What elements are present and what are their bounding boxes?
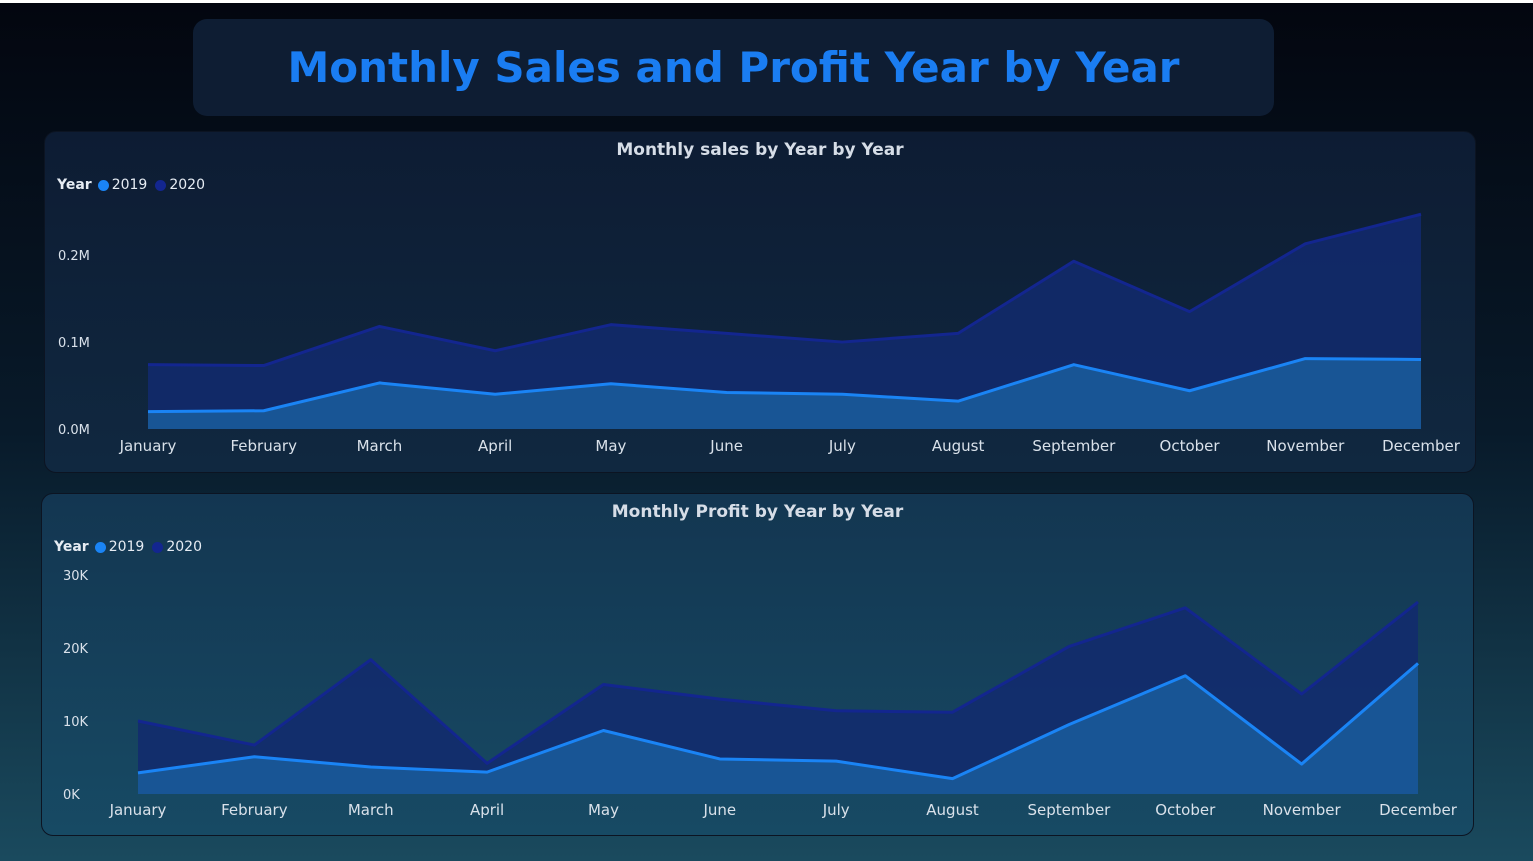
x-tick-label: December	[1379, 801, 1458, 819]
x-tick-label: July	[822, 801, 850, 819]
y-tick-label: 0.2M	[58, 249, 90, 264]
x-tick-label: September	[1027, 801, 1111, 819]
y-tick-label: 10K	[63, 715, 89, 730]
x-tick-label: November	[1263, 801, 1342, 819]
x-tick-label: March	[357, 437, 403, 455]
x-tick-label: August	[932, 437, 985, 455]
top-strip	[0, 0, 1533, 3]
x-tick-label: January	[109, 801, 167, 819]
profit-chart-card[interactable]: Monthly Profit by Year by Year Year 2019…	[41, 493, 1474, 836]
x-tick-label: October	[1160, 437, 1221, 455]
x-tick-label: December	[1382, 437, 1461, 455]
x-tick-label: November	[1266, 437, 1345, 455]
y-tick-label: 20K	[63, 642, 89, 657]
x-tick-label: February	[221, 801, 288, 819]
x-tick-label: August	[926, 801, 979, 819]
x-tick-label: March	[348, 801, 394, 819]
x-tick-label: July	[828, 437, 856, 455]
y-tick-label: 0K	[63, 788, 80, 803]
x-tick-label: February	[230, 437, 297, 455]
sales-chart-card[interactable]: Monthly sales by Year by Year Year 2019 …	[44, 131, 1476, 473]
x-tick-label: June	[702, 801, 736, 819]
y-tick-label: 0.1M	[58, 336, 90, 351]
sales-chart-plot: 0.0M 0.1M 0.2M January February March April May…	[58, 212, 1461, 455]
title-banner: Monthly Sales and Profit Year by Year	[193, 19, 1274, 116]
x-tick-label: April	[470, 801, 504, 819]
x-tick-label: April	[478, 437, 512, 455]
y-tick-label: 30K	[63, 569, 89, 584]
page-title: Monthly Sales and Profit Year by Year	[287, 43, 1180, 92]
x-tick-label: May	[595, 437, 626, 455]
x-tick-label: October	[1155, 801, 1216, 819]
x-tick-label: May	[588, 801, 619, 819]
profit-chart-plot: 0K 10K 20K 30K January February March April May J…	[63, 569, 1458, 819]
y-tick-label: 0.0M	[58, 423, 90, 438]
x-tick-label: January	[119, 437, 177, 455]
x-tick-label: September	[1032, 437, 1116, 455]
x-tick-label: June	[709, 437, 743, 455]
